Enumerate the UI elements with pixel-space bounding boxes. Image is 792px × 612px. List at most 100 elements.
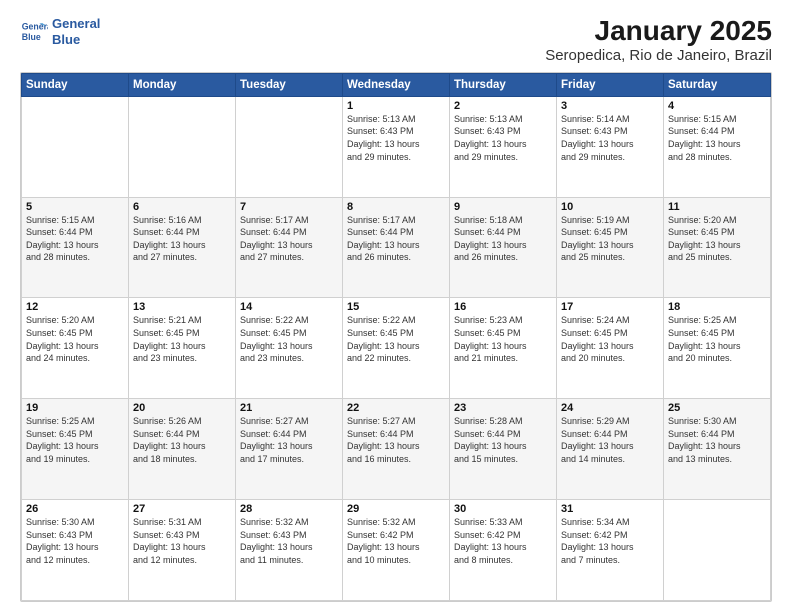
calendar-cell: 17Sunrise: 5:24 AM Sunset: 6:45 PM Dayli… xyxy=(557,298,664,399)
week-row-3: 12Sunrise: 5:20 AM Sunset: 6:45 PM Dayli… xyxy=(22,298,771,399)
day-info: Sunrise: 5:32 AM Sunset: 6:43 PM Dayligh… xyxy=(240,516,338,566)
calendar-cell xyxy=(664,500,771,601)
calendar-cell: 12Sunrise: 5:20 AM Sunset: 6:45 PM Dayli… xyxy=(22,298,129,399)
day-info: Sunrise: 5:16 AM Sunset: 6:44 PM Dayligh… xyxy=(133,214,231,264)
calendar-cell: 11Sunrise: 5:20 AM Sunset: 6:45 PM Dayli… xyxy=(664,197,771,298)
calendar-cell: 7Sunrise: 5:17 AM Sunset: 6:44 PM Daylig… xyxy=(236,197,343,298)
day-number: 22 xyxy=(347,402,445,414)
day-info: Sunrise: 5:13 AM Sunset: 6:43 PM Dayligh… xyxy=(347,113,445,163)
calendar-cell: 28Sunrise: 5:32 AM Sunset: 6:43 PM Dayli… xyxy=(236,500,343,601)
day-header-monday: Monday xyxy=(129,73,236,96)
calendar-cell: 10Sunrise: 5:19 AM Sunset: 6:45 PM Dayli… xyxy=(557,197,664,298)
day-number: 5 xyxy=(26,201,124,213)
day-number: 17 xyxy=(561,301,659,313)
day-number: 6 xyxy=(133,201,231,213)
calendar-cell: 22Sunrise: 5:27 AM Sunset: 6:44 PM Dayli… xyxy=(343,399,450,500)
day-info: Sunrise: 5:25 AM Sunset: 6:45 PM Dayligh… xyxy=(26,415,124,465)
calendar-cell: 21Sunrise: 5:27 AM Sunset: 6:44 PM Dayli… xyxy=(236,399,343,500)
day-info: Sunrise: 5:15 AM Sunset: 6:44 PM Dayligh… xyxy=(668,113,766,163)
day-info: Sunrise: 5:32 AM Sunset: 6:42 PM Dayligh… xyxy=(347,516,445,566)
day-header-thursday: Thursday xyxy=(450,73,557,96)
day-info: Sunrise: 5:24 AM Sunset: 6:45 PM Dayligh… xyxy=(561,314,659,364)
calendar-table: SundayMondayTuesdayWednesdayThursdayFrid… xyxy=(21,73,771,601)
day-number: 31 xyxy=(561,503,659,515)
day-number: 4 xyxy=(668,100,766,112)
day-info: Sunrise: 5:22 AM Sunset: 6:45 PM Dayligh… xyxy=(240,314,338,364)
calendar-header-row: SundayMondayTuesdayWednesdayThursdayFrid… xyxy=(22,73,771,96)
week-row-2: 5Sunrise: 5:15 AM Sunset: 6:44 PM Daylig… xyxy=(22,197,771,298)
logo-line1: General xyxy=(52,16,100,31)
day-info: Sunrise: 5:22 AM Sunset: 6:45 PM Dayligh… xyxy=(347,314,445,364)
day-number: 2 xyxy=(454,100,552,112)
calendar-cell: 23Sunrise: 5:28 AM Sunset: 6:44 PM Dayli… xyxy=(450,399,557,500)
day-info: Sunrise: 5:31 AM Sunset: 6:43 PM Dayligh… xyxy=(133,516,231,566)
logo-icon: General Blue xyxy=(20,18,48,46)
calendar-cell: 26Sunrise: 5:30 AM Sunset: 6:43 PM Dayli… xyxy=(22,500,129,601)
calendar-cell: 27Sunrise: 5:31 AM Sunset: 6:43 PM Dayli… xyxy=(129,500,236,601)
day-number: 20 xyxy=(133,402,231,414)
day-number: 12 xyxy=(26,301,124,313)
day-number: 18 xyxy=(668,301,766,313)
calendar-cell: 18Sunrise: 5:25 AM Sunset: 6:45 PM Dayli… xyxy=(664,298,771,399)
calendar-cell: 30Sunrise: 5:33 AM Sunset: 6:42 PM Dayli… xyxy=(450,500,557,601)
day-info: Sunrise: 5:25 AM Sunset: 6:45 PM Dayligh… xyxy=(668,314,766,364)
day-number: 27 xyxy=(133,503,231,515)
day-info: Sunrise: 5:27 AM Sunset: 6:44 PM Dayligh… xyxy=(240,415,338,465)
calendar-cell xyxy=(22,96,129,197)
day-info: Sunrise: 5:14 AM Sunset: 6:43 PM Dayligh… xyxy=(561,113,659,163)
calendar-cell: 25Sunrise: 5:30 AM Sunset: 6:44 PM Dayli… xyxy=(664,399,771,500)
day-number: 30 xyxy=(454,503,552,515)
day-number: 3 xyxy=(561,100,659,112)
svg-text:General: General xyxy=(22,21,48,31)
week-row-1: 1Sunrise: 5:13 AM Sunset: 6:43 PM Daylig… xyxy=(22,96,771,197)
day-number: 21 xyxy=(240,402,338,414)
title-block: January 2025 Seropedica, Rio de Janeiro,… xyxy=(545,16,772,64)
calendar-cell: 13Sunrise: 5:21 AM Sunset: 6:45 PM Dayli… xyxy=(129,298,236,399)
page: General Blue General Blue January 2025 S… xyxy=(0,0,792,612)
day-info: Sunrise: 5:13 AM Sunset: 6:43 PM Dayligh… xyxy=(454,113,552,163)
day-number: 26 xyxy=(26,503,124,515)
day-info: Sunrise: 5:28 AM Sunset: 6:44 PM Dayligh… xyxy=(454,415,552,465)
day-number: 8 xyxy=(347,201,445,213)
calendar-cell: 15Sunrise: 5:22 AM Sunset: 6:45 PM Dayli… xyxy=(343,298,450,399)
calendar-cell: 19Sunrise: 5:25 AM Sunset: 6:45 PM Dayli… xyxy=(22,399,129,500)
day-info: Sunrise: 5:17 AM Sunset: 6:44 PM Dayligh… xyxy=(240,214,338,264)
day-number: 23 xyxy=(454,402,552,414)
day-header-sunday: Sunday xyxy=(22,73,129,96)
day-number: 14 xyxy=(240,301,338,313)
day-number: 28 xyxy=(240,503,338,515)
day-header-tuesday: Tuesday xyxy=(236,73,343,96)
calendar-cell xyxy=(129,96,236,197)
calendar-cell: 3Sunrise: 5:14 AM Sunset: 6:43 PM Daylig… xyxy=(557,96,664,197)
logo-text: General Blue xyxy=(52,16,100,47)
day-info: Sunrise: 5:17 AM Sunset: 6:44 PM Dayligh… xyxy=(347,214,445,264)
day-info: Sunrise: 5:21 AM Sunset: 6:45 PM Dayligh… xyxy=(133,314,231,364)
calendar-cell: 2Sunrise: 5:13 AM Sunset: 6:43 PM Daylig… xyxy=(450,96,557,197)
day-header-friday: Friday xyxy=(557,73,664,96)
week-row-4: 19Sunrise: 5:25 AM Sunset: 6:45 PM Dayli… xyxy=(22,399,771,500)
day-info: Sunrise: 5:18 AM Sunset: 6:44 PM Dayligh… xyxy=(454,214,552,264)
day-number: 19 xyxy=(26,402,124,414)
header: General Blue General Blue January 2025 S… xyxy=(20,16,772,64)
day-info: Sunrise: 5:20 AM Sunset: 6:45 PM Dayligh… xyxy=(26,314,124,364)
day-info: Sunrise: 5:34 AM Sunset: 6:42 PM Dayligh… xyxy=(561,516,659,566)
day-info: Sunrise: 5:30 AM Sunset: 6:44 PM Dayligh… xyxy=(668,415,766,465)
day-number: 13 xyxy=(133,301,231,313)
calendar-cell xyxy=(236,96,343,197)
calendar-cell: 4Sunrise: 5:15 AM Sunset: 6:44 PM Daylig… xyxy=(664,96,771,197)
day-number: 24 xyxy=(561,402,659,414)
calendar-cell: 6Sunrise: 5:16 AM Sunset: 6:44 PM Daylig… xyxy=(129,197,236,298)
calendar-title: January 2025 xyxy=(545,16,772,47)
calendar: SundayMondayTuesdayWednesdayThursdayFrid… xyxy=(20,72,772,602)
day-info: Sunrise: 5:29 AM Sunset: 6:44 PM Dayligh… xyxy=(561,415,659,465)
day-info: Sunrise: 5:20 AM Sunset: 6:45 PM Dayligh… xyxy=(668,214,766,264)
logo: General Blue General Blue xyxy=(20,16,100,47)
day-number: 11 xyxy=(668,201,766,213)
day-number: 15 xyxy=(347,301,445,313)
calendar-cell: 24Sunrise: 5:29 AM Sunset: 6:44 PM Dayli… xyxy=(557,399,664,500)
calendar-cell: 16Sunrise: 5:23 AM Sunset: 6:45 PM Dayli… xyxy=(450,298,557,399)
day-info: Sunrise: 5:23 AM Sunset: 6:45 PM Dayligh… xyxy=(454,314,552,364)
day-info: Sunrise: 5:26 AM Sunset: 6:44 PM Dayligh… xyxy=(133,415,231,465)
day-info: Sunrise: 5:30 AM Sunset: 6:43 PM Dayligh… xyxy=(26,516,124,566)
calendar-cell: 20Sunrise: 5:26 AM Sunset: 6:44 PM Dayli… xyxy=(129,399,236,500)
